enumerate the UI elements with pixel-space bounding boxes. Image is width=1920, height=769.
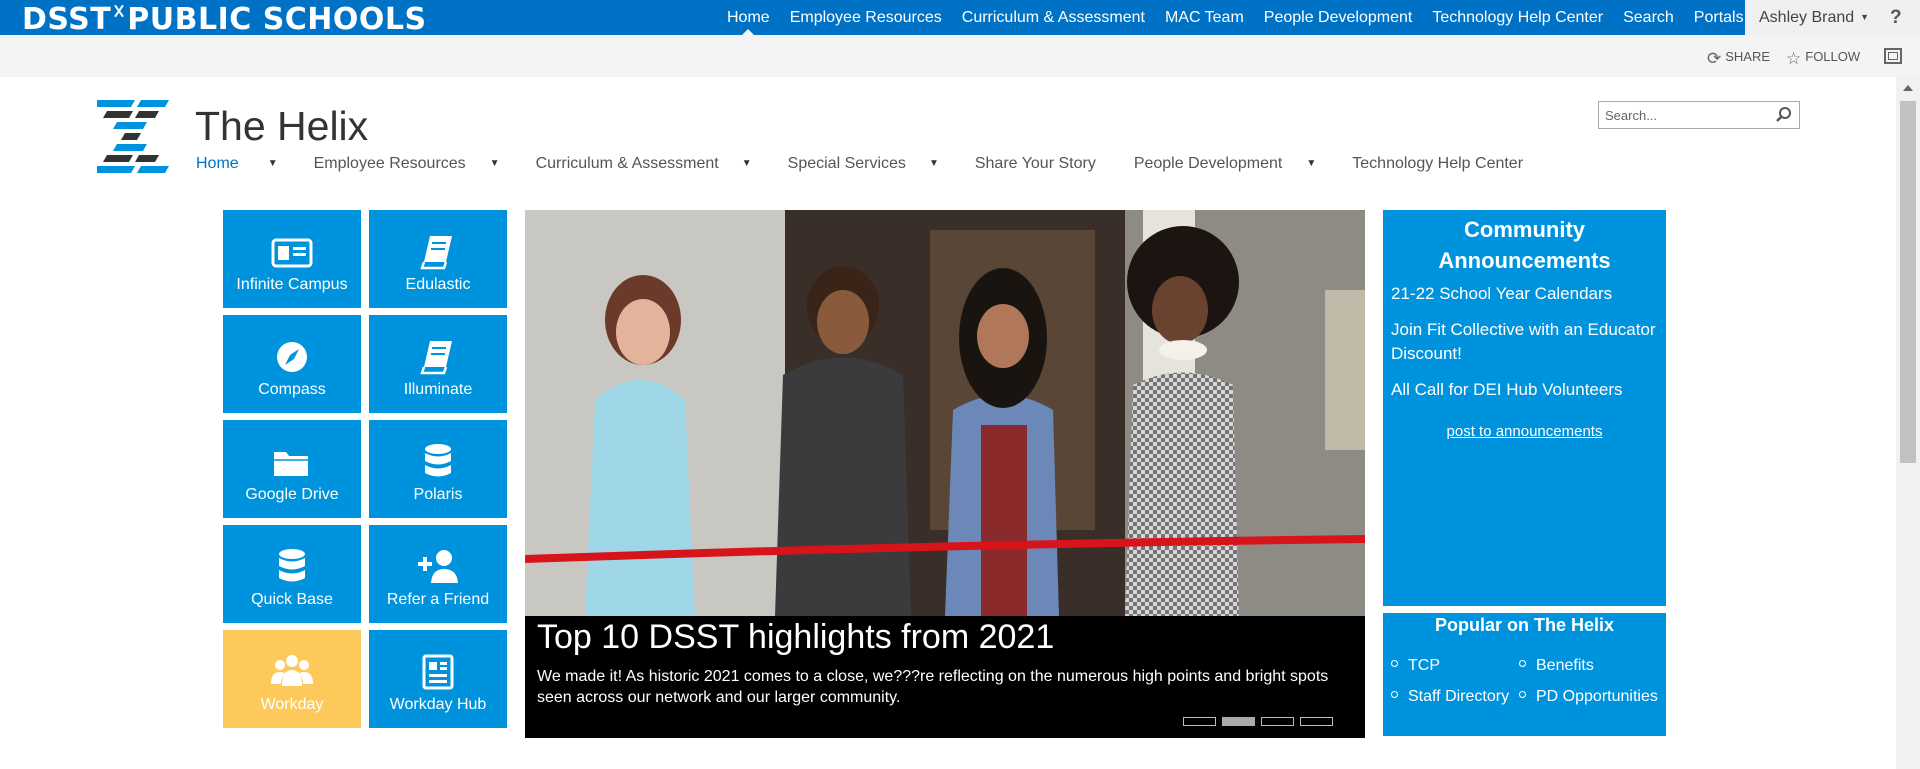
- tile-illuminate[interactable]: Illuminate: [369, 315, 507, 413]
- site-nav-employee-resources[interactable]: Employee Resources: [314, 152, 466, 176]
- tile-label: Quick Base: [251, 591, 333, 608]
- site-nav-home[interactable]: Home: [196, 152, 239, 176]
- folder-icon: [274, 452, 308, 476]
- top-nav-technology-help-center[interactable]: Technology Help Center: [1422, 0, 1613, 35]
- tile-label: Compass: [258, 381, 326, 398]
- search-icon[interactable]: [1775, 106, 1793, 124]
- page-scrollbar[interactable]: [1896, 77, 1920, 769]
- brand-right-text: PUBLIC SCHOOLS: [127, 2, 427, 37]
- carousel-text: We made it! As historic 2021 comes to a …: [537, 668, 1329, 706]
- caret-down-icon[interactable]: ▼: [742, 152, 752, 176]
- top-nav-employee-resources[interactable]: Employee Resources: [780, 0, 952, 35]
- carousel-dot-2[interactable]: [1222, 717, 1255, 726]
- database-icon: [279, 549, 305, 582]
- popular-link-benefits[interactable]: Benefits: [1519, 657, 1594, 675]
- add-user-icon: [418, 550, 458, 583]
- tile-compass[interactable]: Compass: [223, 315, 361, 413]
- newspaper-icon: [422, 654, 454, 690]
- announcements-title: Community Announcements: [1438, 217, 1611, 273]
- popular-link-staff-directory[interactable]: Staff Directory: [1391, 688, 1509, 706]
- dsst-logo[interactable]: DSST PUBLIC SCHOOLS: [22, 2, 427, 37]
- suite-bar: DSST PUBLIC SCHOOLS Home Employee Resourc…: [0, 0, 1920, 37]
- search-input[interactable]: [1605, 105, 1770, 125]
- user-name-label: Ashley Brand: [1759, 9, 1855, 26]
- user-menu[interactable]: Ashley Brand ▼ ?: [1745, 0, 1920, 35]
- share-button[interactable]: ⟳ SHARE: [1707, 49, 1770, 69]
- tile-workday[interactable]: Workday: [223, 630, 361, 728]
- helix-logo-icon[interactable]: [95, 100, 173, 178]
- site-title[interactable]: The Helix: [195, 103, 368, 150]
- carousel-pager: [1183, 717, 1333, 726]
- site-nav: Home ▼ Employee Resources ▼ Curriculum &…: [196, 152, 1523, 176]
- top-nav-mac-team[interactable]: MAC Team: [1155, 0, 1254, 35]
- carousel-dot-3[interactable]: [1261, 717, 1294, 726]
- carousel-title[interactable]: Top 10 DSST highlights from 2021: [537, 618, 1054, 657]
- site-search: [1598, 101, 1800, 129]
- community-announcements: Community Announcements 21-22 School Yea…: [1383, 210, 1666, 606]
- site-nav-special-services[interactable]: Special Services: [788, 152, 906, 176]
- id-card-icon: [271, 238, 313, 268]
- book-icon: [420, 236, 452, 270]
- portals-label: Portals: [1693, 9, 1744, 26]
- popular-on-helix: Popular on The Helix TCP Benefits Staff …: [1383, 613, 1666, 736]
- top-nav-search[interactable]: Search: [1613, 0, 1684, 35]
- tile-workday-hub[interactable]: Workday Hub: [369, 630, 507, 728]
- ribbon-cutting-photo[interactable]: [525, 210, 1365, 616]
- tile-quick-base[interactable]: Quick Base: [223, 525, 361, 623]
- top-nav: Home Employee Resources Curriculum & Ass…: [717, 0, 1770, 35]
- database-icon: [425, 444, 451, 477]
- compass-icon: [277, 342, 307, 372]
- caret-down-icon: ▼: [1860, 12, 1870, 22]
- ribbon-bar: ⟳ SHARE ☆ FOLLOW: [0, 35, 1920, 77]
- tile-edulastic[interactable]: Edulastic: [369, 210, 507, 308]
- helix-mark-icon: [112, 2, 126, 32]
- caret-down-icon[interactable]: ▼: [929, 152, 939, 176]
- carousel-dot-4[interactable]: [1300, 717, 1333, 726]
- user-name[interactable]: Ashley Brand ▼: [1759, 0, 1869, 35]
- top-nav-curriculum-assessment[interactable]: Curriculum & Assessment: [952, 0, 1155, 35]
- tile-label: Infinite Campus: [236, 276, 348, 293]
- caret-down-icon[interactable]: ▼: [268, 152, 278, 176]
- top-nav-people-development[interactable]: People Development: [1254, 0, 1423, 35]
- scroll-up-icon[interactable]: [1903, 85, 1913, 91]
- site-nav-curriculum-assessment[interactable]: Curriculum & Assessment: [536, 152, 719, 176]
- tile-refer-a-friend[interactable]: Refer a Friend: [369, 525, 507, 623]
- star-icon: ☆: [1786, 49, 1802, 68]
- caret-down-icon[interactable]: ▼: [1306, 152, 1316, 176]
- focus-on-content-icon[interactable]: [1884, 48, 1902, 64]
- announcement-item[interactable]: All Call for DEI Hub Volunteers: [1391, 378, 1661, 402]
- popular-link-pd-opportunities[interactable]: PD Opportunities: [1519, 688, 1658, 706]
- tile-label: Polaris: [413, 486, 463, 503]
- tile-label: Illuminate: [403, 381, 473, 398]
- announcement-item[interactable]: Join Fit Collective with an Educator Dis…: [1391, 318, 1661, 366]
- tile-infinite-campus[interactable]: Infinite Campus: [223, 210, 361, 308]
- tile-label: Google Drive: [245, 486, 339, 503]
- popular-title: Popular on The Helix: [1434, 615, 1615, 635]
- share-icon: ⟳: [1707, 49, 1722, 68]
- announcement-item[interactable]: 21-22 School Year Calendars: [1391, 282, 1661, 306]
- book-icon: [420, 341, 452, 375]
- follow-label: FOLLOW: [1805, 49, 1861, 64]
- brand-left-text: DSST: [22, 2, 112, 37]
- scroll-thumb[interactable]: [1900, 101, 1916, 463]
- tile-label: Workday: [260, 696, 324, 713]
- follow-button[interactable]: ☆ FOLLOW: [1786, 49, 1860, 69]
- site-nav-people-development[interactable]: People Development: [1134, 152, 1283, 176]
- site-nav-technology-help-center[interactable]: Technology Help Center: [1352, 152, 1523, 176]
- tile-label: Edulastic: [405, 276, 471, 293]
- news-carousel[interactable]: Top 10 DSST highlights from 2021 We made…: [525, 210, 1365, 738]
- share-label: SHARE: [1725, 49, 1771, 64]
- site-nav-share-your-story[interactable]: Share Your Story: [975, 152, 1096, 176]
- popular-link-tcp[interactable]: TCP: [1391, 657, 1440, 675]
- top-nav-home[interactable]: Home: [717, 0, 780, 35]
- caret-down-icon[interactable]: ▼: [490, 152, 500, 176]
- help-icon[interactable]: ?: [1890, 0, 1902, 35]
- tile-polaris[interactable]: Polaris: [369, 420, 507, 518]
- tile-label: Refer a Friend: [386, 591, 490, 608]
- users-icon: [271, 655, 313, 686]
- carousel-dot-1[interactable]: [1183, 717, 1216, 726]
- tile-google-drive[interactable]: Google Drive: [223, 420, 361, 518]
- tile-label: Workday Hub: [389, 696, 487, 713]
- post-to-announcements-link[interactable]: post to announcements: [1383, 423, 1666, 440]
